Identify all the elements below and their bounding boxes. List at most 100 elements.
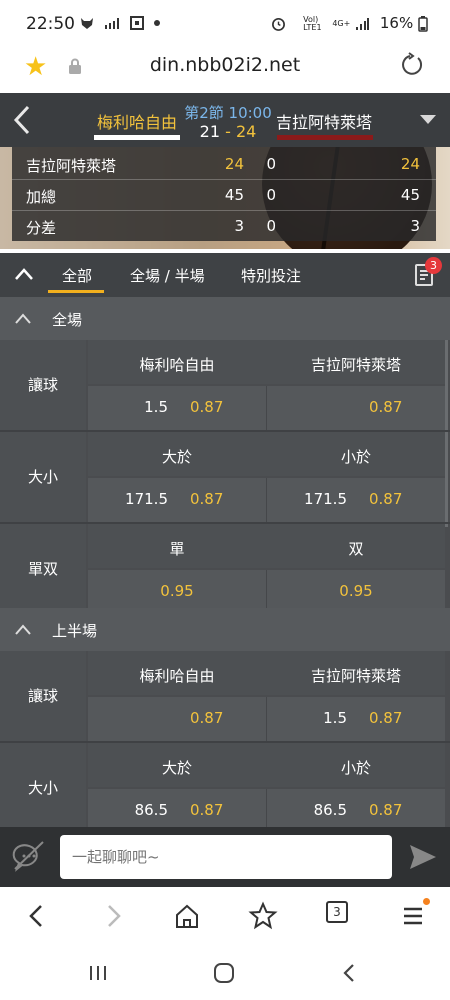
- total-line: 171.5: [125, 490, 168, 508]
- home-team-color-bar: [94, 135, 180, 140]
- back-icon[interactable]: [22, 901, 52, 931]
- chat-input[interactable]: [60, 835, 392, 879]
- battery-icon: [418, 15, 428, 32]
- market-values: 86.5 0.87 86.5 0.87: [88, 789, 445, 827]
- scoreboard-area: 吉拉阿特萊塔 24 0 24 加總 45 0 45 分差 3 0 3: [0, 147, 450, 249]
- outcome-header: 梅利哈自由: [139, 356, 215, 374]
- section-header-first-half[interactable]: 上半場: [0, 608, 450, 651]
- tab-special[interactable]: 特別投注: [241, 265, 301, 286]
- odds-value: 0.87: [369, 398, 403, 416]
- score-separator: -: [225, 122, 231, 141]
- row-label: 吉拉阿特萊塔: [26, 157, 117, 175]
- battery-percent: 16%: [379, 14, 414, 32]
- url-text[interactable]: din.nbb02i2.net: [0, 54, 450, 76]
- outcome-header: 吉拉阿特萊塔: [310, 667, 401, 685]
- volte-label: Vol) LTE1: [303, 14, 322, 32]
- row-value: 0: [266, 217, 276, 235]
- outcome-header: 双: [348, 540, 364, 558]
- tab-all[interactable]: 全部: [62, 265, 92, 286]
- row-value: 0: [266, 155, 276, 173]
- market-label: 讓球: [0, 340, 86, 430]
- outcome-header: 梅利哈自由: [139, 667, 215, 685]
- recent-apps-icon[interactable]: [86, 961, 110, 985]
- send-icon[interactable]: [408, 843, 438, 871]
- menu-icon[interactable]: [398, 901, 428, 931]
- outcome-header: 小於: [340, 759, 371, 777]
- outcome-header: 單: [169, 540, 185, 558]
- outcome-header: 大於: [161, 759, 192, 777]
- back-button-icon[interactable]: [338, 961, 362, 985]
- odds-value: 0.87: [369, 709, 403, 727]
- market-over-under: 大小 大於 小於 171.5 0.87 171.5 0.87: [0, 432, 450, 522]
- screenshot-icon: [130, 15, 145, 30]
- fox-icon: [81, 17, 93, 29]
- section-title: 上半場: [52, 622, 98, 640]
- market-headers: 大於 小於: [88, 432, 445, 476]
- system-nav-bar: [0, 947, 450, 1000]
- odds-value: 0.87: [190, 801, 224, 819]
- odds-value: 0.87: [190, 490, 224, 508]
- market-handicap: 讓球 梅利哈自由 吉拉阿特萊塔 1.5 0.87 0.87: [0, 340, 450, 430]
- market-handicap-1h: 讓球 梅利哈自由 吉拉阿特萊塔 0.87 1.5 0.87: [0, 651, 450, 741]
- alarm-icon: [272, 17, 286, 31]
- tab-full-half[interactable]: 全場 / 半場: [130, 265, 205, 286]
- tabs-count-button[interactable]: 3: [326, 901, 348, 923]
- section-header-full-game[interactable]: 全場: [0, 297, 450, 340]
- row-label: 加總: [26, 188, 57, 206]
- chat-disabled-icon[interactable]: [12, 839, 46, 873]
- back-arrow-icon[interactable]: [10, 103, 36, 137]
- odds-value: 0.95: [339, 582, 373, 600]
- notification-icons: [80, 15, 161, 30]
- home-icon[interactable]: [172, 901, 202, 931]
- stocks-icon: [105, 17, 120, 29]
- market-label: 大小: [0, 432, 86, 522]
- row-value: 45: [224, 186, 244, 204]
- expand-caret-icon[interactable]: [420, 115, 436, 124]
- handicap-line: 1.5: [144, 398, 168, 416]
- row-value: 0: [266, 186, 276, 204]
- chevron-up-icon: [15, 624, 31, 635]
- status-bar: 22:50 Vol) LTE1 4G+ 16%: [0, 0, 450, 50]
- section-title: 全場: [52, 311, 83, 329]
- odds-cell[interactable]: 0.87: [267, 386, 445, 430]
- odds-value: 0.87: [190, 709, 224, 727]
- odds-value: 0.87: [369, 490, 403, 508]
- handicap-line: 1.5: [323, 709, 347, 727]
- odds-cell[interactable]: 171.5 0.87: [267, 478, 445, 522]
- match-score: 21 - 24: [180, 122, 276, 141]
- row-value: 24: [400, 155, 420, 173]
- notification-dot: [423, 898, 430, 905]
- odds-cell[interactable]: 0.87: [88, 697, 266, 741]
- collapse-all-chevron-icon[interactable]: [14, 265, 34, 283]
- odds-value: 0.87: [190, 398, 224, 416]
- bet-slip-badge: 3: [425, 257, 442, 274]
- odds-cell[interactable]: 86.5 0.87: [88, 789, 266, 827]
- url-bar[interactable]: ★ din.nbb02i2.net: [0, 50, 450, 92]
- bookmarks-star-icon[interactable]: [248, 901, 278, 931]
- odds-cell[interactable]: 171.5 0.87: [88, 478, 266, 522]
- forward-icon[interactable]: [98, 901, 128, 931]
- home-button-icon[interactable]: [212, 961, 236, 985]
- outcome-header: 吉拉阿特萊塔: [310, 356, 401, 374]
- system-icons: Vol) LTE1 4G+ 16%: [271, 14, 428, 32]
- home-score: 21: [199, 122, 221, 141]
- row-value: 24: [224, 155, 244, 173]
- odds-cell[interactable]: 1.5 0.87: [88, 386, 266, 430]
- market-values: 1.5 0.87 0.87: [88, 386, 445, 430]
- odds-cell[interactable]: 86.5 0.87: [267, 789, 445, 827]
- away-team-name: 吉拉阿特萊塔: [276, 113, 373, 132]
- scoreboard-row: 吉拉阿特萊塔 24 0 24: [12, 149, 436, 180]
- reload-icon[interactable]: [398, 52, 424, 78]
- market-values: 171.5 0.87 171.5 0.87: [88, 478, 445, 522]
- odds-value: 0.95: [160, 582, 194, 600]
- market-odd-even: 單双 單 双 0.95 0.95: [0, 524, 450, 614]
- market-over-under-1h: 大小 大於 小於 86.5 0.87 86.5 0.87: [0, 743, 450, 827]
- chat-bar: [0, 827, 450, 887]
- odds-cell[interactable]: 1.5 0.87: [267, 697, 445, 741]
- network-type: 4G+: [332, 18, 351, 28]
- row-value: 3: [410, 217, 420, 235]
- browser-toolbar: 3: [0, 887, 450, 947]
- total-line: 171.5: [304, 490, 347, 508]
- market-values: 0.87 1.5 0.87: [88, 697, 445, 741]
- row-value: 45: [400, 186, 420, 204]
